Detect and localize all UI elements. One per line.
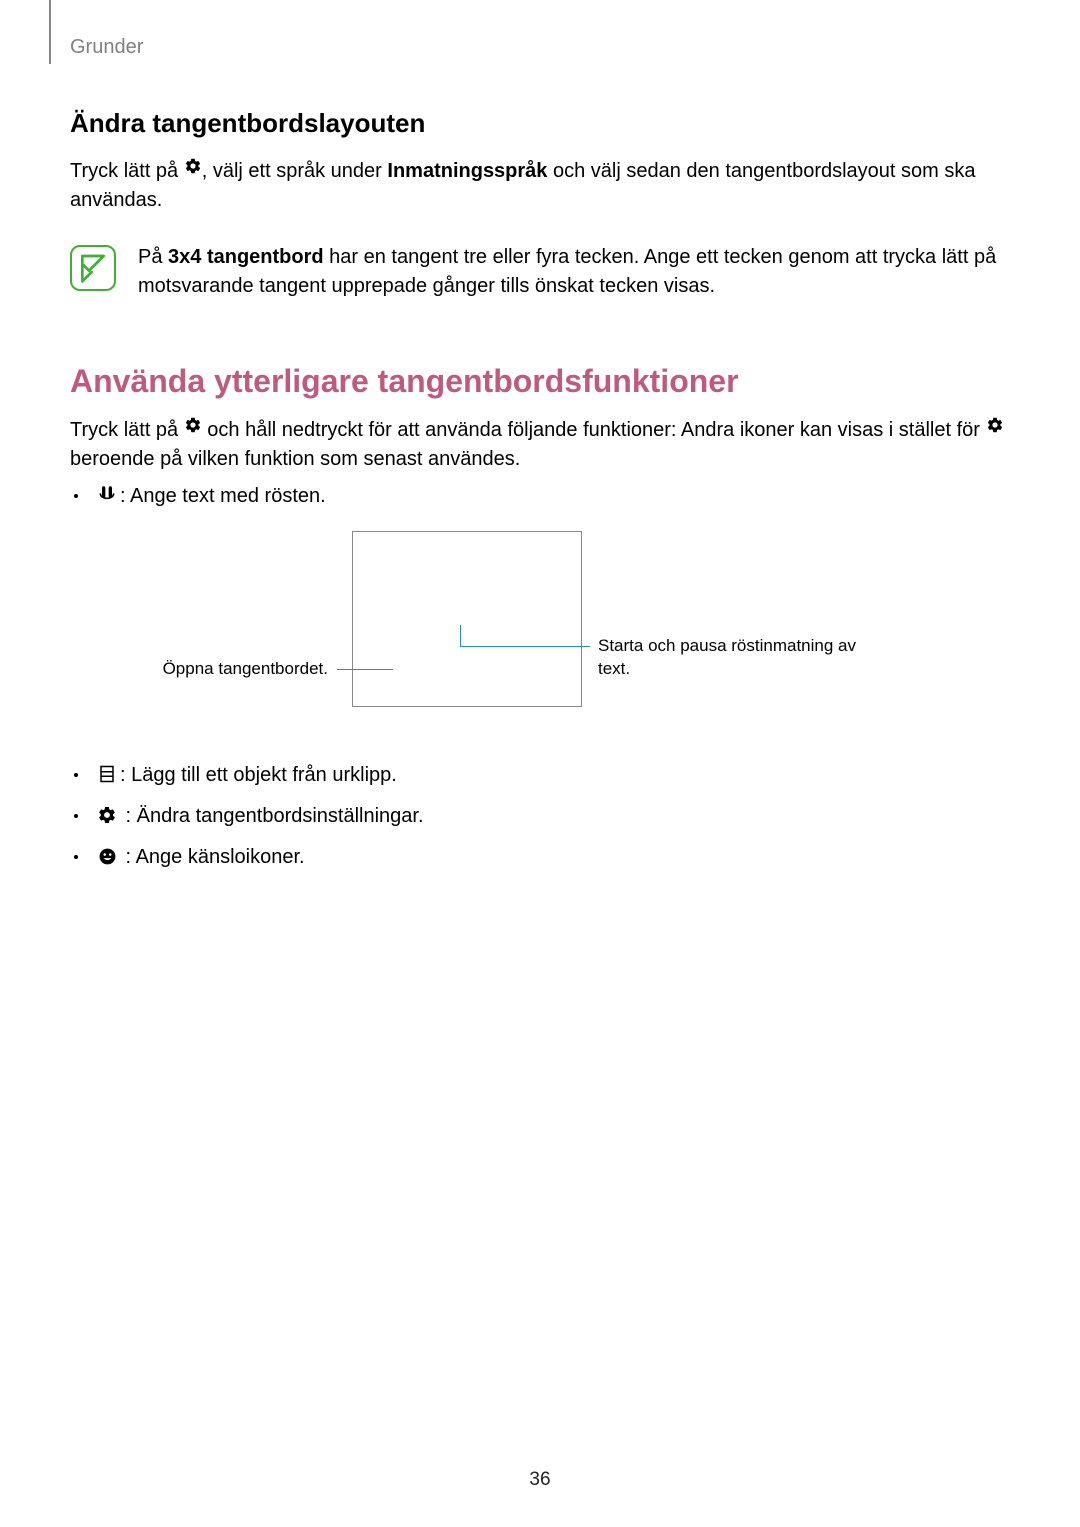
text-fragment: Tryck lätt på: [70, 419, 184, 441]
header-accent-bar: [49, 0, 51, 64]
gear-icon: [96, 804, 118, 826]
bullet-text: : Ange känsloikoner.: [96, 843, 305, 872]
bullet-dot-icon: [74, 773, 78, 777]
text-fragment: Tryck lätt på: [70, 160, 184, 182]
text-fragment: : Ange text med rösten.: [120, 485, 326, 507]
bullet-dot-icon: [74, 814, 78, 818]
text-fragment: : Lägg till ett objekt från urklipp.: [120, 764, 397, 786]
section-heading-functions: Använda ytterligare tangentbordsfunktion…: [70, 363, 1010, 400]
bullet-emoticons: : Ange känsloikoner.: [74, 843, 1010, 872]
voice-input-diagram: Öppna tangentbordet. Starta och pausa rö…: [70, 531, 1010, 747]
text-fragment: och håll nedtryckt för att använda följa…: [202, 419, 986, 441]
bullet-settings: : Ändra tangentbordsinställningar.: [74, 802, 1010, 831]
text-bold: Inmatningsspråk: [387, 160, 547, 182]
bullet-clipboard: : Lägg till ett objekt från urklipp.: [74, 761, 1010, 790]
text-fragment: På: [138, 246, 168, 268]
bullet-text: : Ändra tangentbordsinställningar.: [96, 802, 424, 831]
bullet-text: : Lägg till ett objekt från urklipp.: [96, 761, 397, 790]
bullet-dot-icon: [74, 494, 78, 498]
section-heading-layout: Ändra tangentbordslayouten: [70, 108, 1010, 139]
page-number: 36: [0, 1469, 1080, 1491]
note-callout: På 3x4 tangentbord har en tangent tre el…: [70, 243, 1010, 301]
gear-icon: [986, 414, 1004, 443]
smiley-icon: [96, 845, 118, 867]
diagram-leader-line: [337, 669, 393, 670]
text-fragment: : Ändra tangentbordsinställningar.: [120, 805, 424, 827]
diagram-placeholder-box: [352, 531, 582, 707]
note-icon: [70, 245, 116, 291]
paragraph-layout: Tryck lätt på , välj ett språk under Inm…: [70, 157, 1010, 215]
mic-icon: [96, 484, 118, 506]
diagram-leader-line: [460, 646, 590, 647]
gear-icon: [184, 414, 202, 443]
note-text: På 3x4 tangentbord har en tangent tre el…: [138, 243, 1010, 301]
bullet-text: : Ange text med rösten.: [96, 482, 326, 511]
gear-icon: [184, 155, 202, 184]
text-fragment: , välj ett språk under: [202, 160, 388, 182]
text-bold: 3x4 tangentbord: [168, 246, 324, 268]
diagram-label-right: Starta och pausa röstinmatning av text.: [598, 635, 878, 681]
text-fragment: : Ange känsloikoner.: [120, 846, 305, 868]
diagram-label-left: Öppna tangentbordet.: [163, 659, 328, 679]
paragraph-functions: Tryck lätt på och håll nedtryckt för att…: [70, 416, 1010, 474]
clipboard-icon: [96, 763, 118, 785]
text-fragment: beroende på vilken funktion som senast a…: [70, 448, 520, 470]
running-header: Grunder: [70, 36, 143, 59]
page-content: Ändra tangentbordslayouten Tryck lätt på…: [70, 108, 1010, 872]
bullet-dot-icon: [74, 855, 78, 859]
diagram-leader-line: [460, 625, 461, 647]
bullet-voice: : Ange text med rösten.: [74, 482, 1010, 511]
